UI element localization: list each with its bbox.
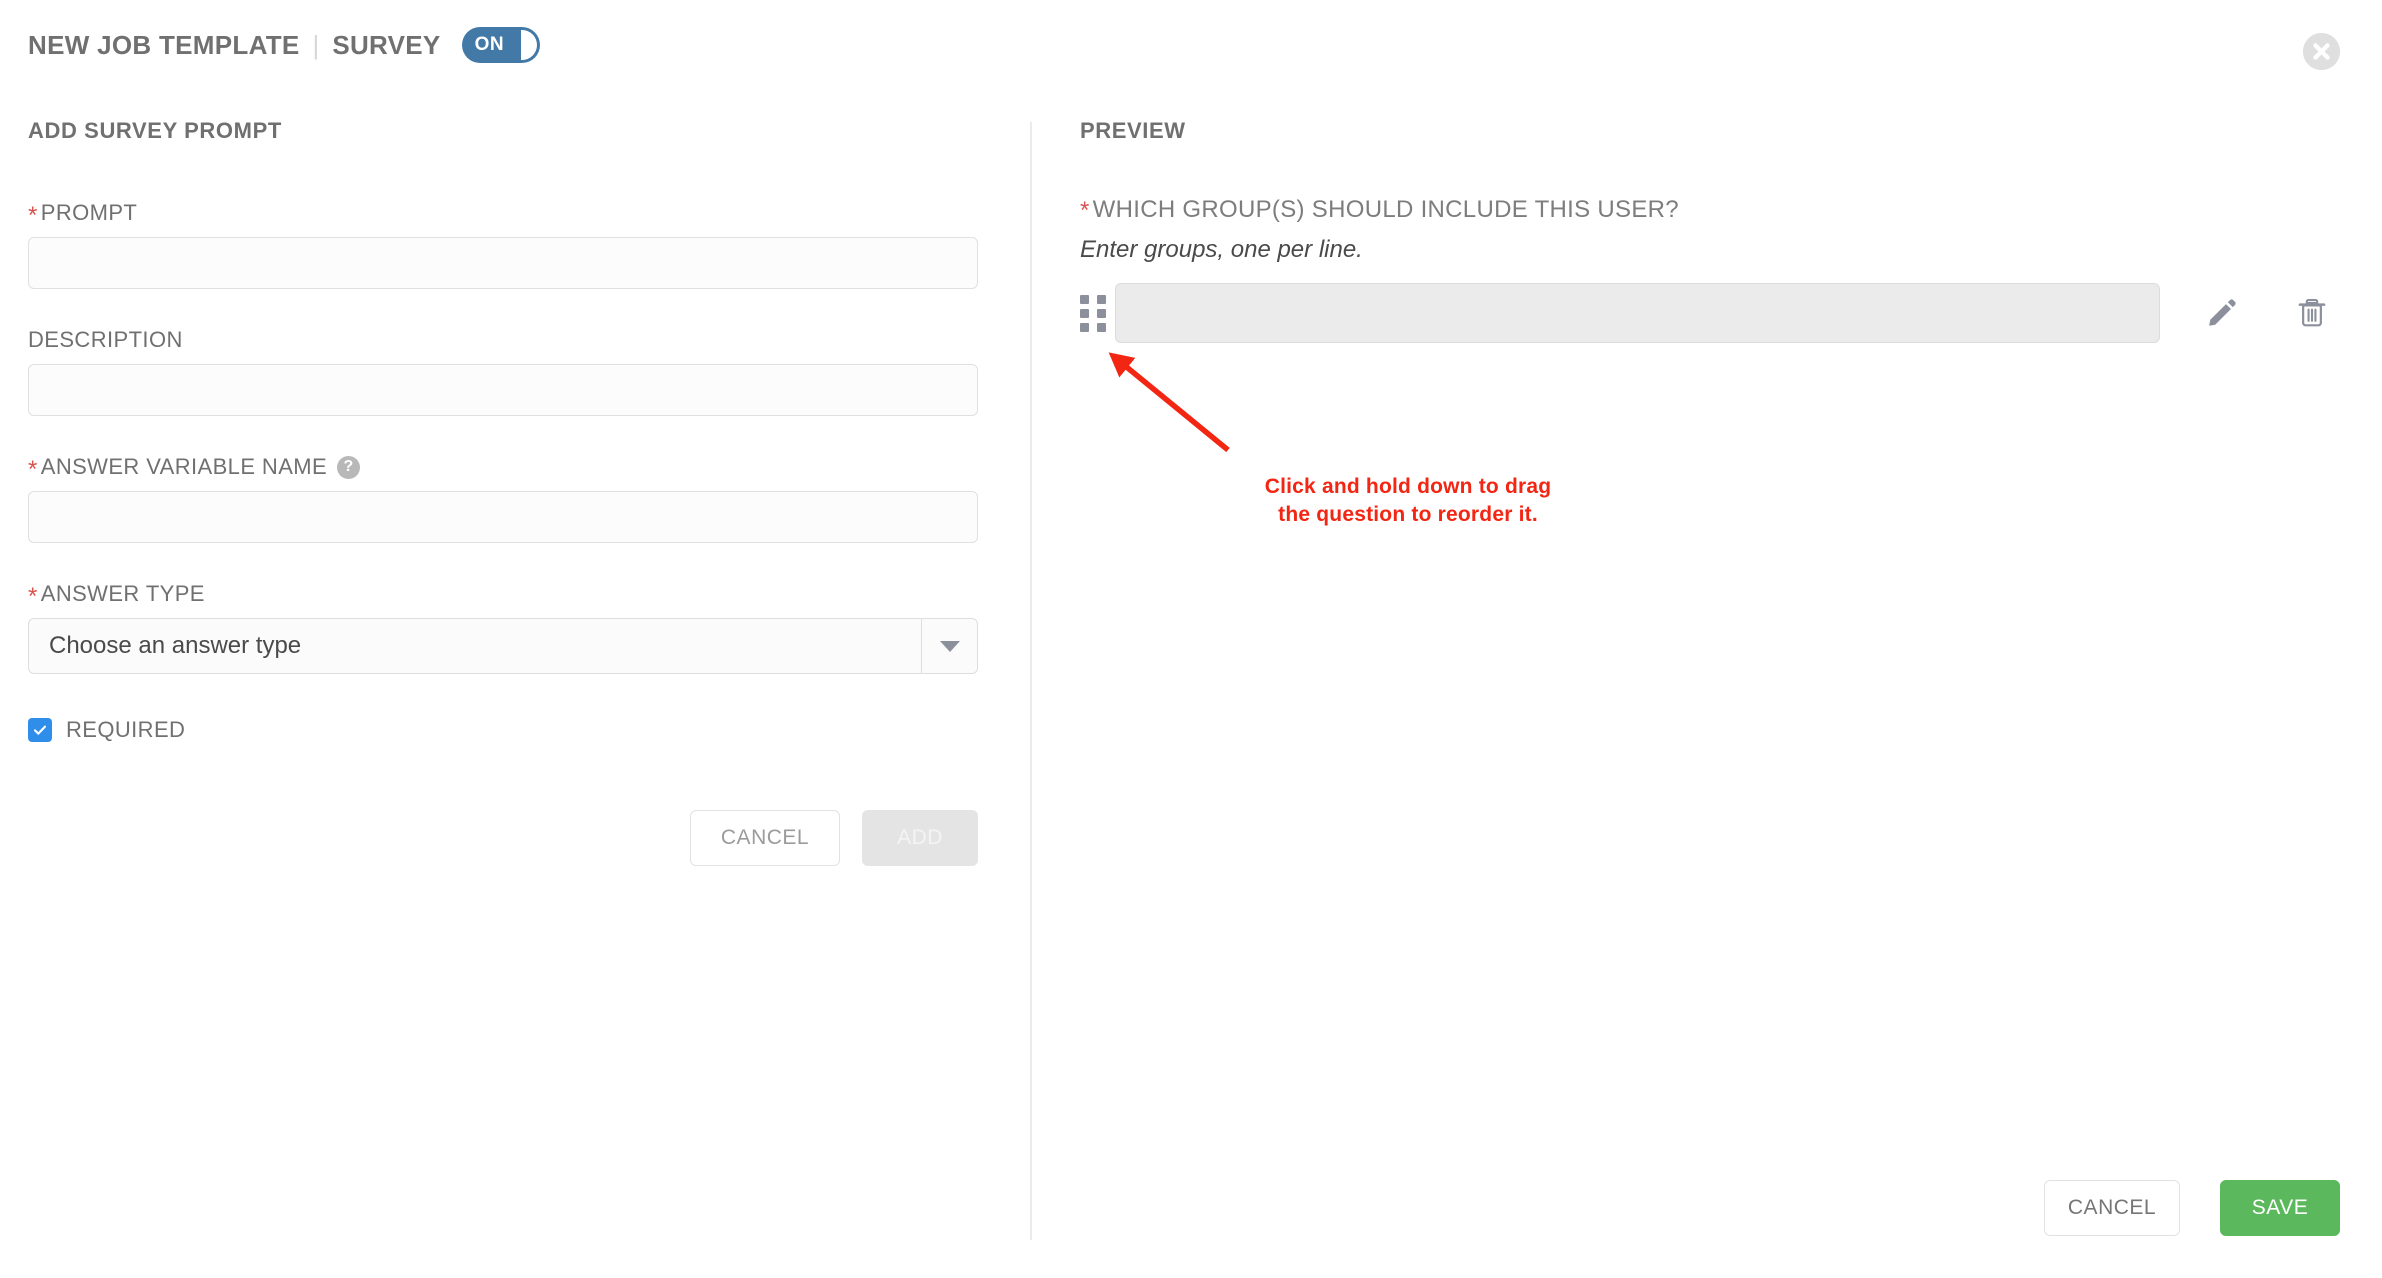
chevron-down-icon[interactable] (921, 619, 977, 673)
prompt-input[interactable] (28, 237, 978, 289)
close-icon[interactable] (2303, 33, 2340, 70)
help-circle-icon[interactable]: ? (337, 455, 361, 479)
preview-answer-input[interactable] (1115, 283, 2160, 343)
description-label: DESCRIPTION (28, 327, 1030, 353)
preview-question-row (1080, 283, 2382, 343)
answer-type-field-group: * ANSWER TYPE Choose an answer type (0, 581, 1030, 674)
footer-save-button[interactable]: SAVE (2220, 1180, 2340, 1236)
left-panel-title: ADD SURVEY PROMPT (28, 118, 282, 143)
drag-dot (1097, 308, 1106, 318)
checkmark-icon (33, 725, 47, 735)
trash-icon[interactable] (2294, 295, 2330, 331)
answer-type-select[interactable]: Choose an answer type (28, 618, 978, 674)
answer-type-label-text: ANSWER TYPE (40, 581, 205, 606)
preview-panel: PREVIEW * WHICH GROUP(S) SHOULD INCLUDE … (1080, 118, 2382, 343)
toggle-knob (520, 30, 537, 60)
answer-type-label: * ANSWER TYPE (28, 581, 1030, 610)
answer-variable-name-field-group: * ANSWER VARIABLE NAME ? (0, 454, 1030, 543)
answer-variable-name-label-text: ANSWER VARIABLE NAME (40, 454, 328, 479)
preview-question-label: * WHICH GROUP(S) SHOULD INCLUDE THIS USE… (1080, 196, 2382, 224)
drag-dot (1097, 294, 1106, 304)
answer-variable-name-input[interactable] (28, 491, 978, 543)
answer-type-selected-value: Choose an answer type (49, 632, 302, 659)
drag-dot (1080, 294, 1089, 304)
prompt-field-group: * PROMPT (0, 200, 1030, 289)
required-checkbox-row[interactable]: REQUIRED (0, 717, 1030, 743)
survey-editor-window: NEW JOB TEMPLATE | SURVEY ON ADD SURVEY … (0, 0, 2382, 1278)
preview-question-block: * WHICH GROUP(S) SHOULD INCLUDE THIS USE… (1080, 196, 2382, 343)
preview-question-text: WHICH GROUP(S) SHOULD INCLUDE THIS USER? (1092, 196, 1679, 223)
page-subtitle: SURVEY (332, 29, 441, 60)
annotation-line-2: the question to reorder it. (1278, 502, 1538, 526)
required-marker: * (28, 583, 38, 610)
survey-enable-toggle[interactable]: ON (461, 27, 540, 63)
add-survey-prompt-panel: ADD SURVEY PROMPT * PROMPT DESCRIPTION *… (0, 118, 1030, 866)
drag-handle-icon[interactable] (1080, 294, 1106, 332)
footer-cancel-button[interactable]: CANCEL (2044, 1180, 2180, 1236)
prompt-form-actions: CANCEL ADD (0, 810, 978, 866)
page-title: NEW JOB TEMPLATE (28, 29, 300, 60)
description-label-text: DESCRIPTION (28, 327, 183, 352)
required-marker: * (28, 456, 38, 483)
description-field-group: DESCRIPTION (0, 327, 1030, 416)
description-input[interactable] (28, 364, 978, 416)
prompt-add-button[interactable]: ADD (862, 810, 978, 866)
drag-dot (1080, 308, 1089, 318)
answer-variable-name-label: * ANSWER VARIABLE NAME ? (28, 454, 1030, 483)
annotation-line-1: Click and hold down to drag (1264, 475, 1552, 498)
window-header: NEW JOB TEMPLATE | SURVEY ON (0, 0, 2382, 90)
required-marker: * (1080, 197, 1090, 224)
prompt-label: * PROMPT (28, 200, 1030, 229)
preview-question-hint: Enter groups, one per line. (1080, 236, 1363, 263)
panel-divider (1030, 122, 1032, 1240)
caret-triangle (939, 640, 960, 652)
survey-toggle-label: ON (474, 34, 505, 55)
preview-panel-title: PREVIEW (1080, 118, 1186, 143)
prompt-cancel-button[interactable]: CANCEL (690, 810, 840, 866)
annotation-callout: Click and hold down to drag the question… (1228, 473, 1588, 529)
title-separator: | (312, 29, 320, 60)
drag-dot (1080, 322, 1089, 332)
required-marker: * (28, 202, 38, 229)
required-checkbox[interactable] (28, 718, 52, 742)
footer-actions: CANCEL SAVE (2044, 1180, 2340, 1236)
required-checkbox-label: REQUIRED (66, 717, 186, 742)
pencil-icon[interactable] (2204, 295, 2240, 331)
drag-dot (1097, 322, 1106, 332)
prompt-label-text: PROMPT (40, 200, 138, 225)
